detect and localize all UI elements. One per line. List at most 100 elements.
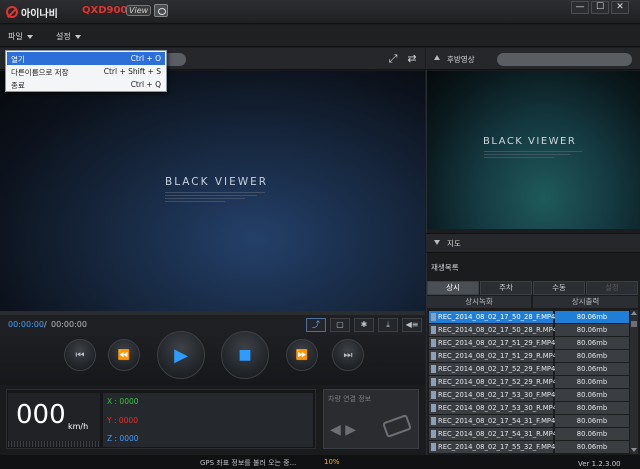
stop-button[interactable]: ■ (221, 331, 269, 379)
menu-item-shortcut: Ctrl + Q (130, 80, 161, 89)
file-menu-dropdown: 열기 Ctrl + O 다른이름으로 저장 Ctrl + Shift + S 종… (5, 50, 167, 92)
file-name: REC_2014_08_02_17_51_29_F.MP4 (429, 337, 555, 349)
scroll-down-icon[interactable] (631, 448, 637, 452)
file-row[interactable]: REC_2014_08_02_17_54_31_R.MP4 80.06mb (429, 428, 629, 440)
swap-icon[interactable]: ⇄ (405, 52, 419, 66)
frame-button[interactable]: ▢ (330, 318, 350, 332)
rear-search-field[interactable] (497, 53, 632, 66)
file-row[interactable]: REC_2014_08_02_17_52_29_R.MP4 80.06mb (429, 376, 629, 388)
model-view-tag: View (126, 5, 152, 16)
file-row[interactable]: REC_2014_08_02_17_55_32_F.MP4 80.06mb (429, 441, 629, 453)
playlist-title: 재생목록 (431, 263, 459, 272)
menu-item-label: 종료 (11, 81, 25, 90)
menu-item-label: 열기 (11, 55, 25, 64)
menu-item-save-as[interactable]: 다른이름으로 저장 Ctrl + Shift + S (7, 65, 165, 78)
front-video-subtitle-lines (165, 190, 265, 204)
play-button[interactable]: ▶ (157, 331, 205, 379)
file-row[interactable]: REC_2014_08_02_17_53_30_R.MP4 80.06mb (429, 402, 629, 414)
brand-name: 아이나비 (21, 8, 58, 20)
effect-settings-button[interactable]: ✱ (354, 318, 374, 332)
current-time: 00:00:00 (8, 320, 44, 329)
gps-status-text: GPS 좌표 정보를 불러 오는 중... (200, 459, 297, 467)
file-size: 80.06mb (555, 363, 629, 375)
file-name: REC_2014_08_02_17_52_29_R.MP4 (429, 376, 557, 388)
menu-item-exit[interactable]: 종료 Ctrl + Q (7, 78, 165, 91)
scroll-up-icon[interactable] (631, 311, 637, 315)
file-size: 80.06mb (555, 311, 629, 323)
file-name: REC_2014_08_02_17_50_28_R.MP4 (429, 324, 557, 336)
close-button[interactable]: ✕ (611, 1, 629, 14)
file-row[interactable]: REC_2014_08_02_17_51_29_R.MP4 80.06mb (429, 350, 629, 362)
next-button[interactable]: ⏭ (332, 339, 364, 371)
file-size: 80.06mb (555, 350, 629, 362)
version-label: Ver 1.2.3.00 (578, 460, 621, 468)
menu-bar (0, 25, 640, 47)
download-button[interactable]: ⤓ (378, 318, 398, 332)
rewind-button[interactable]: ⏪ (108, 339, 140, 371)
previous-button[interactable]: ⏮ (64, 339, 96, 371)
skip-previous-icon: ⏮ (75, 349, 85, 361)
map-label: 지도 (447, 239, 461, 248)
volume-button[interactable]: ◀≡ (402, 318, 422, 332)
collapse-icon[interactable] (434, 55, 440, 60)
front-video-watermark: BLACK VIEWER (165, 176, 269, 188)
rewind-icon: ⏪ (117, 349, 131, 361)
menu-settings-label: 설정 (56, 32, 71, 41)
file-row[interactable]: REC_2014_08_02_17_50_28_R.MP4 80.06mb (429, 324, 629, 336)
tab-manual[interactable]: 수동 (533, 281, 585, 295)
menu-item-shortcut: Ctrl + O (130, 54, 161, 63)
speed-unit: km/h (68, 422, 89, 431)
play-icon: ▶ (174, 344, 188, 366)
rear-video-watermark: BLACK VIEWER (483, 136, 577, 147)
chevron-down-icon (74, 34, 81, 39)
stop-icon: ■ (238, 347, 252, 363)
speed-scale (8, 441, 100, 447)
column-header-output[interactable]: 상시출력 (533, 296, 638, 308)
file-name: REC_2014_08_02_17_53_30_F.MP4 (429, 389, 555, 401)
fullscreen-icon[interactable]: ⤢ (386, 52, 400, 66)
speed-value: 000 (16, 400, 66, 430)
menu-file[interactable]: 파일 (8, 31, 33, 42)
column-header-recording[interactable]: 상시녹화 (427, 296, 531, 308)
camera-icon[interactable] (154, 4, 168, 17)
menu-file-label: 파일 (8, 32, 23, 41)
file-name: REC_2014_08_02_17_55_32_F.MP4 (429, 441, 555, 453)
file-row[interactable]: REC_2014_08_02_17_53_30_F.MP4 80.06mb (429, 389, 629, 401)
maximize-button[interactable]: ☐ (591, 1, 609, 14)
file-size: 80.06mb (555, 428, 629, 440)
g-sensor-z: Z : 0000 (107, 434, 139, 443)
brand-logo-icon (6, 6, 18, 18)
tab-settings[interactable]: 설정 (586, 281, 638, 295)
file-name: REC_2014_08_02_17_53_30_R.MP4 (429, 402, 557, 414)
status-bar (0, 455, 640, 469)
rear-video-label: 후방영상 (447, 55, 475, 64)
chevron-down-icon (26, 34, 33, 39)
file-row[interactable]: REC_2014_08_02_17_52_29_F.MP4 80.06mb (429, 363, 629, 375)
rear-video-subtitle-lines (484, 149, 584, 161)
file-name: REC_2014_08_02_17_50_28_F.MP4 (429, 311, 555, 323)
capture-button[interactable]: ⤴ (306, 318, 326, 332)
file-size: 80.06mb (555, 402, 629, 414)
time-separator: / (44, 320, 47, 329)
gps-progress-percent: 10% (324, 458, 340, 466)
file-size: 80.06mb (555, 389, 629, 401)
file-size: 80.06mb (555, 376, 629, 388)
file-row[interactable]: REC_2014_08_02_17_50_28_F.MP4 80.06mb (429, 311, 629, 323)
fast-forward-icon: ⏩ (295, 349, 309, 361)
file-size: 80.06mb (555, 415, 629, 427)
menu-settings[interactable]: 설정 (56, 31, 81, 42)
fast-forward-button[interactable]: ⏩ (286, 339, 318, 371)
vehicle-connection-title: 차량 연결 정보 (328, 395, 372, 403)
scrollbar[interactable] (630, 310, 638, 454)
file-row[interactable]: REC_2014_08_02_17_54_31_F.MP4 80.06mb (429, 415, 629, 427)
scrollbar-thumb[interactable] (631, 321, 637, 327)
file-name: REC_2014_08_02_17_54_31_F.MP4 (429, 415, 555, 427)
app-logo: 아이나비 (6, 4, 58, 20)
minimize-button[interactable]: — (571, 1, 589, 14)
menu-item-label: 다른이름으로 저장 (11, 68, 69, 77)
tab-parking[interactable]: 주차 (480, 281, 532, 295)
expand-icon[interactable] (434, 240, 440, 245)
file-row[interactable]: REC_2014_08_02_17_51_29_F.MP4 80.06mb (429, 337, 629, 349)
tab-always[interactable]: 상시 (427, 281, 479, 295)
menu-item-open[interactable]: 열기 Ctrl + O (7, 52, 165, 65)
